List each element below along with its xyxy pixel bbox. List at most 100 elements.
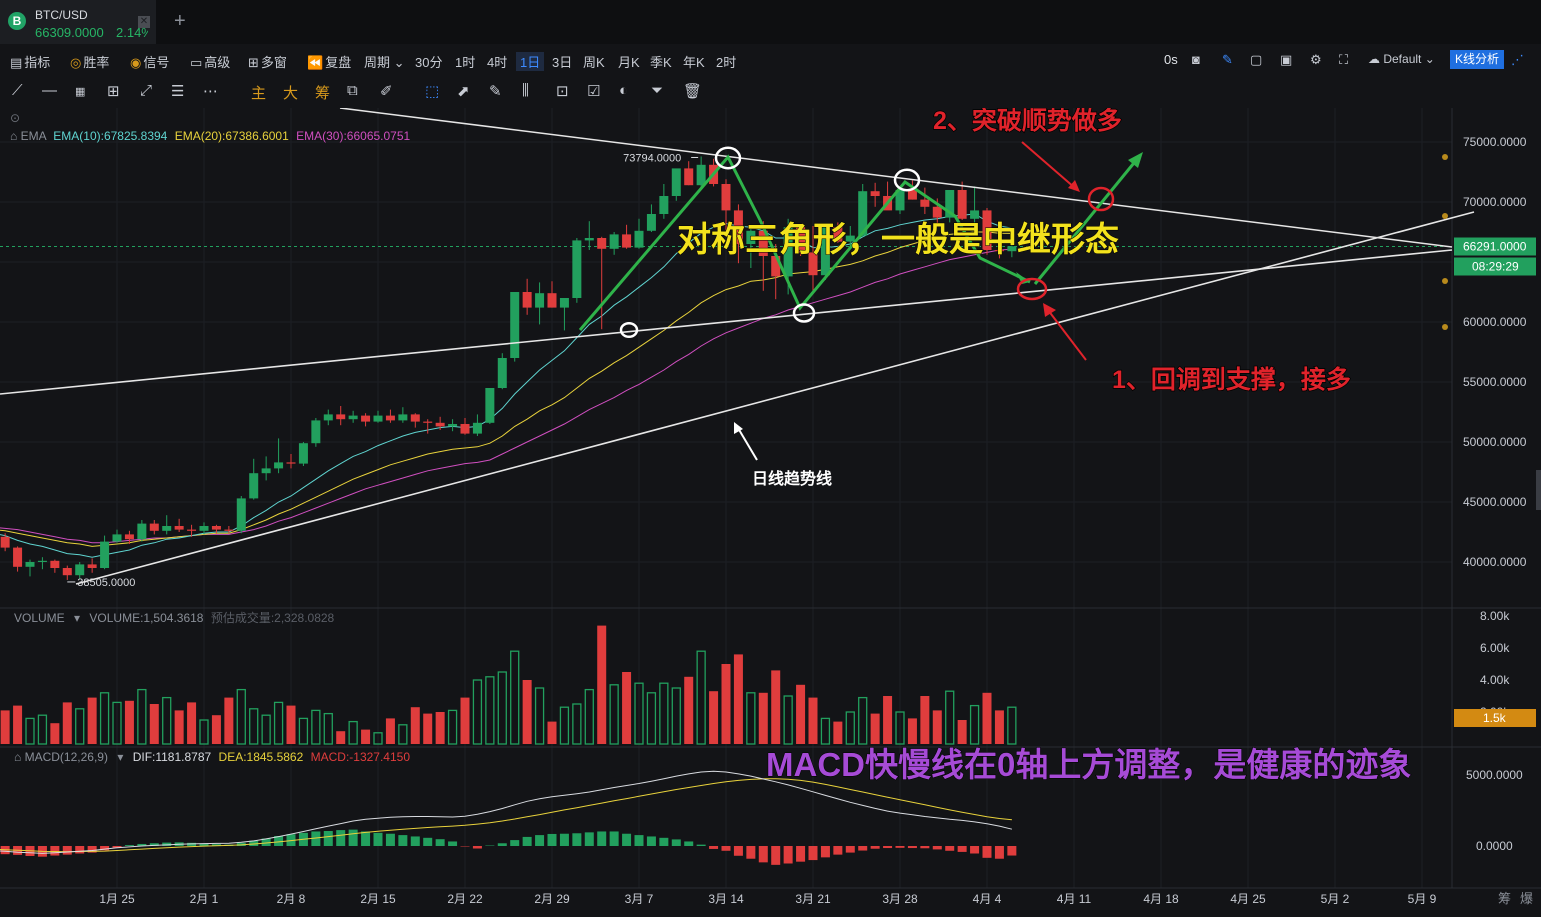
- multiwindow-button[interactable]: ⊞ 多窗: [248, 52, 287, 71]
- macd-bar: [472, 846, 482, 849]
- close-tab-icon[interactable]: ✕: [138, 16, 150, 28]
- winrate-icon: ◎: [70, 55, 82, 70]
- candle-body: [62, 568, 72, 576]
- signal-dot: [1442, 154, 1448, 160]
- bars-tool-icon[interactable]: ⫼: [522, 82, 529, 99]
- magnet-tool-icon[interactable]: ◐: [619, 82, 628, 99]
- ruler-tool-icon[interactable]: ⬈: [457, 82, 470, 100]
- main-force-tool[interactable]: 主: [251, 82, 266, 103]
- big-order-tool[interactable]: 大: [283, 82, 298, 103]
- candle-body: [323, 414, 333, 421]
- candle-body: [211, 526, 221, 530]
- pen-tool-icon[interactable]: ✐: [380, 82, 393, 100]
- bell-icon[interactable]: ⌂: [14, 750, 21, 764]
- winrate-button[interactable]: ◎ 胜率: [70, 52, 109, 71]
- share-icon[interactable]: ⋰: [1511, 52, 1524, 68]
- period-1h[interactable]: 1时: [455, 52, 475, 71]
- pen-icon[interactable]: ✎: [1222, 52, 1233, 68]
- candle-body: [957, 190, 967, 219]
- ema-legend: ⌂ EMA EMA(10):67825.8394 EMA(20):67386.6…: [10, 129, 411, 143]
- macd-bar: [597, 831, 607, 846]
- add-tab-icon[interactable]: +: [174, 10, 186, 33]
- candle-body: [597, 238, 607, 249]
- multiwindow-icon: ⊞: [248, 55, 259, 70]
- signal-button[interactable]: ◉ 信号: [130, 52, 169, 71]
- more-tools-icon[interactable]: ⋯: [203, 82, 218, 100]
- chevron-down-icon[interactable]: ▾: [74, 611, 80, 625]
- volume-bar: [982, 692, 992, 744]
- kline-analysis-button[interactable]: K线分析: [1450, 50, 1504, 69]
- note-icon[interactable]: ▢: [1250, 52, 1262, 68]
- candle-body: [87, 564, 97, 568]
- trendline-tool-icon[interactable]: ⟋: [12, 82, 23, 99]
- ema30-legend: EMA(30):66065.0751: [296, 129, 411, 143]
- advanced-button[interactable]: ▭ 高级: [190, 52, 230, 71]
- scroll-handle[interactable]: [1536, 470, 1541, 510]
- macd-bar: [684, 841, 694, 846]
- layout-icon[interactable]: ▣: [1280, 52, 1292, 68]
- theme-dropdown[interactable]: ☁ Default ⌄: [1368, 52, 1435, 66]
- candle-body: [535, 293, 545, 308]
- period-month[interactable]: 月K: [618, 52, 640, 71]
- macd-bar: [75, 846, 85, 854]
- period-quarter[interactable]: 季K: [650, 52, 672, 71]
- candle-body: [932, 206, 942, 218]
- channel-tool-icon[interactable]: ▦: [75, 85, 85, 98]
- chevron-down-icon[interactable]: ▾: [117, 750, 123, 764]
- crosshair-tool-icon[interactable]: ⊞: [107, 82, 120, 100]
- chip-tool[interactable]: 筹: [315, 82, 330, 103]
- macd-bar: [634, 835, 644, 846]
- current-price-label: 66291.0000: [1463, 240, 1527, 254]
- refresh-interval[interactable]: 0s: [1164, 52, 1178, 67]
- candle-body: [696, 164, 706, 186]
- candle-body: [25, 562, 35, 567]
- candle-body: [311, 420, 321, 444]
- volume-bar: [994, 710, 1004, 744]
- macd-bar: [410, 836, 420, 846]
- period-3d[interactable]: 3日: [552, 52, 572, 71]
- volume-bar: [622, 672, 632, 744]
- period-1d[interactable]: 1日: [516, 52, 545, 71]
- edit-tool-icon[interactable]: ☑: [587, 82, 600, 100]
- trash-icon[interactable]: 🗑: [683, 82, 702, 100]
- volume-bar: [211, 715, 221, 744]
- fullscreen-icon[interactable]: ⛶: [1339, 52, 1348, 68]
- candle-body: [721, 184, 731, 211]
- chart-area[interactable]: 75000.000070000.000065000.000060000.0000…: [0, 108, 1541, 917]
- period-year[interactable]: 年K: [683, 52, 705, 71]
- indicator-button[interactable]: ▤ 指标: [10, 52, 50, 71]
- lock-tool-icon[interactable]: ⊡: [556, 82, 569, 100]
- macd-bar: [584, 832, 594, 846]
- period-4h[interactable]: 4时: [487, 52, 507, 71]
- camera-icon[interactable]: ◙: [1192, 52, 1200, 67]
- date-tick-label: 3月 21: [795, 892, 831, 906]
- candle-body: [472, 422, 482, 434]
- period-30m[interactable]: 30分: [415, 52, 442, 71]
- horizontal-line-tool-icon[interactable]: —: [42, 82, 57, 99]
- macd-bar: [336, 830, 346, 846]
- bell-icon[interactable]: ⌂: [10, 129, 17, 143]
- period-2h[interactable]: 2时: [716, 52, 736, 71]
- candle-body: [162, 526, 172, 531]
- macd-bar: [758, 846, 768, 863]
- signal-icon: ◉: [130, 55, 142, 70]
- period-week[interactable]: 周K: [583, 52, 605, 71]
- gear-icon[interactable]: ⚙: [1310, 52, 1322, 68]
- volume-bar: [460, 697, 470, 744]
- date-tick-label: 5月 9: [1408, 892, 1437, 906]
- select-tool-icon[interactable]: ⬚: [425, 82, 439, 100]
- brush-tool-icon[interactable]: ✎: [489, 82, 502, 100]
- macd-bar: [398, 835, 408, 846]
- candle-body: [547, 293, 557, 308]
- macd-bar: [348, 829, 358, 846]
- volume-current-label: 1.5k: [1483, 711, 1507, 725]
- collapse-icon[interactable]: ⊙: [10, 111, 20, 125]
- period-dropdown[interactable]: 周期 ⌄: [364, 52, 405, 71]
- symbol-tab[interactable]: B BTC/USD 66309.0000 2.14% ✕: [0, 0, 156, 44]
- ray-tool-icon[interactable]: ⤢: [140, 82, 152, 99]
- fib-tool-icon[interactable]: ☰: [171, 82, 184, 100]
- volume-bar: [870, 713, 880, 744]
- text-tool-icon[interactable]: ⧉: [347, 82, 358, 99]
- replay-button[interactable]: ⏪ 复盘: [307, 52, 351, 71]
- filter-tool-icon[interactable]: ⏷: [651, 82, 663, 99]
